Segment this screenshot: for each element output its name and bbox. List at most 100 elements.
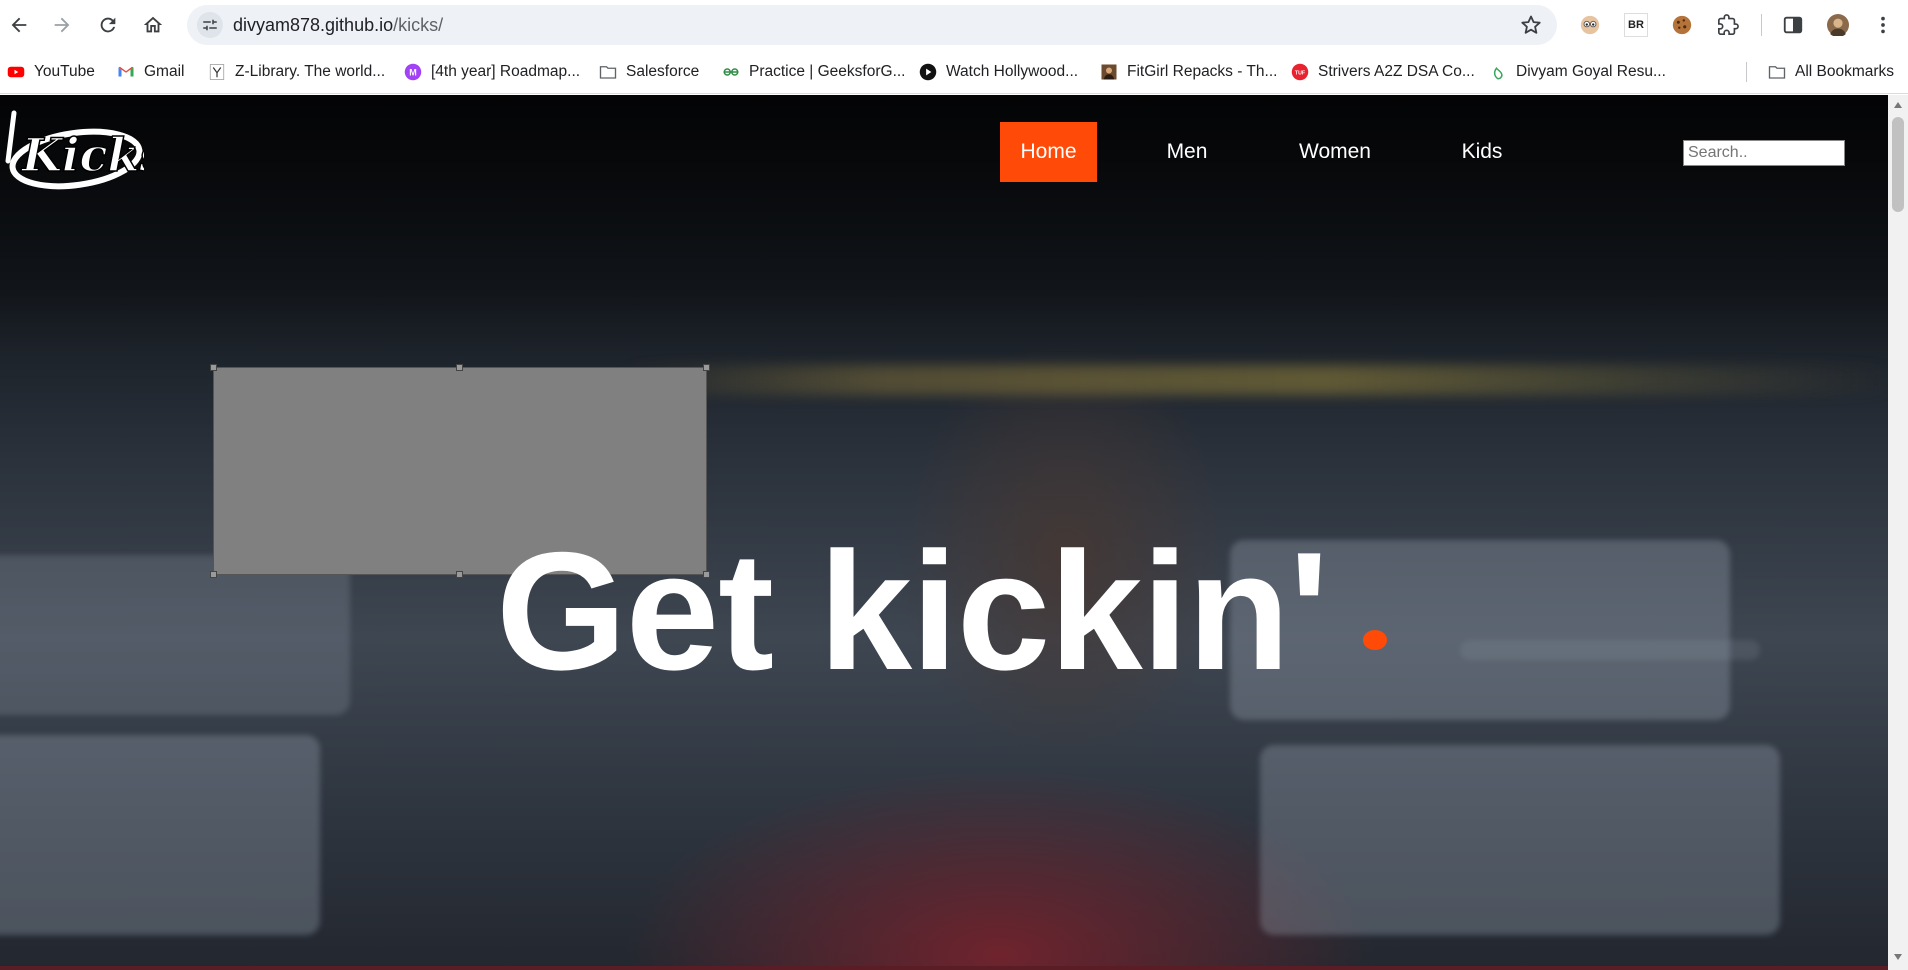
bookmark-label: Gmail — [144, 63, 185, 80]
browser-toolbar: divyam878.github.io/kicks/ BR — [0, 0, 1908, 50]
url-path: /kicks/ — [393, 15, 444, 35]
extension-cookie-button[interactable] — [1670, 13, 1694, 37]
bookmark-label: Salesforce — [626, 63, 700, 80]
side-panel-icon — [1783, 16, 1803, 34]
bookmark-label: FitGirl Repacks - Th... — [1127, 63, 1278, 80]
hero-bg-panel — [0, 555, 350, 715]
bookmark-gmail[interactable]: Gmail — [117, 61, 184, 83]
hero-bg-panel — [1260, 745, 1780, 935]
nav-men[interactable]: Men — [1141, 122, 1233, 182]
url-host: divyam878.github.io — [233, 15, 394, 35]
folder-icon — [1768, 66, 1786, 79]
bookmark-star-icon[interactable] — [1519, 13, 1543, 37]
bookmark-label: Watch Hollywood... — [946, 63, 1079, 80]
kicks-logo-icon: Kicks — [5, 110, 166, 190]
all-bookmarks-button[interactable]: All Bookmarks — [1768, 61, 1894, 83]
forward-button[interactable] — [46, 9, 78, 41]
scroll-up-arrow[interactable] — [1892, 99, 1904, 111]
search-input[interactable] — [1683, 140, 1845, 166]
play-icon — [919, 63, 937, 81]
extension-eyes-button[interactable] — [1578, 13, 1602, 37]
geeksforgeeks-icon — [723, 68, 739, 76]
resize-handle-bottom[interactable] — [456, 571, 463, 578]
profile-avatar[interactable] — [1826, 13, 1850, 37]
cookie-icon — [1672, 15, 1692, 35]
back-button[interactable] — [3, 9, 35, 41]
resize-handle-top-left[interactable] — [210, 364, 217, 371]
scrollbar-thumb[interactable] — [1892, 117, 1904, 212]
site-info-button[interactable] — [197, 12, 223, 38]
hero-bg-panel — [1460, 640, 1760, 660]
bookmark-label: Divyam Goyal Resu... — [1516, 63, 1666, 80]
bookmark-salesforce[interactable]: Salesforce — [599, 61, 699, 83]
home-icon — [143, 16, 163, 33]
bookmark-label: Practice | GeeksforG... — [749, 63, 906, 80]
page-scrollbar[interactable] — [1888, 95, 1908, 970]
youtube-icon — [7, 66, 25, 78]
svg-text:M: M — [409, 67, 417, 77]
nav-kids[interactable]: Kids — [1437, 122, 1527, 182]
folder-icon — [599, 66, 617, 79]
bookmark-fitgirl[interactable]: FitGirl Repacks - Th... — [1100, 61, 1277, 83]
resize-handle-top[interactable] — [456, 364, 463, 371]
bookmark-label: [4th year] Roadmap... — [431, 63, 581, 80]
bookmark-hollywood[interactable]: Watch Hollywood... — [919, 61, 1078, 83]
reload-icon — [100, 17, 116, 33]
extensions-button[interactable] — [1716, 13, 1740, 37]
nav-label: Kids — [1461, 140, 1503, 163]
tune-icon — [203, 19, 217, 31]
address-bar[interactable]: divyam878.github.io/kicks/ — [187, 5, 1557, 45]
br-label: BR — [1628, 19, 1644, 31]
hero-title: Get kickin' — [496, 517, 1329, 705]
m-badge-icon: M — [404, 63, 422, 81]
fitgirl-icon — [1101, 64, 1117, 80]
chrome-menu-button[interactable] — [1871, 13, 1895, 37]
nav-home[interactable]: Home — [1000, 122, 1097, 182]
kebab-menu-icon — [1881, 16, 1885, 34]
resize-handle-bottom-left[interactable] — [210, 571, 217, 578]
zlibrary-icon — [209, 64, 225, 80]
bookmark-zlibrary[interactable]: Z-Library. The world... — [208, 61, 385, 83]
bookmarks-bar: YouTube Gmail Z-Library. The world... M … — [0, 50, 1908, 94]
bookmark-label: YouTube — [34, 63, 95, 80]
hero-accent-dot — [1363, 630, 1387, 650]
triangle-down-icon — [1894, 954, 1902, 960]
side-panel-button[interactable] — [1781, 13, 1805, 37]
arrow-right-icon — [54, 17, 70, 33]
nav-women[interactable]: Women — [1281, 122, 1389, 182]
bookmark-roadmap[interactable]: M [4th year] Roadmap... — [404, 61, 580, 83]
toolbar-separator — [1761, 14, 1762, 36]
triangle-up-icon — [1894, 102, 1902, 108]
tuf-icon: TUF — [1291, 63, 1309, 81]
scroll-down-arrow[interactable] — [1892, 951, 1904, 963]
hero-top-shade — [0, 95, 1888, 355]
bookmark-strivers[interactable]: TUF Strivers A2Z DSA Co... — [1291, 61, 1475, 83]
puzzle-icon — [1718, 14, 1739, 35]
bookmarks-separator — [1746, 62, 1747, 82]
resize-handle-top-right[interactable] — [703, 364, 710, 371]
kicks-logo[interactable]: Kicks — [2, 105, 166, 195]
bookmark-youtube[interactable]: YouTube — [7, 61, 95, 83]
home-button[interactable] — [137, 9, 169, 41]
url-text: divyam878.github.io/kicks/ — [233, 15, 443, 36]
extension-br-button[interactable]: BR — [1624, 13, 1648, 37]
gmail-icon — [118, 66, 134, 77]
bookmark-label: Z-Library. The world... — [235, 63, 386, 80]
web-page: Kicks Home Men Women Kids Get kickin' — [0, 95, 1888, 970]
page-bottom-edge — [0, 966, 1888, 970]
nav-label: Men — [1166, 140, 1208, 163]
eyes-icon — [1580, 15, 1600, 35]
svg-text:TUF: TUF — [1295, 70, 1306, 76]
bookmark-geeksforgeeks[interactable]: Practice | GeeksforG... — [722, 61, 906, 83]
reload-button[interactable] — [92, 9, 124, 41]
leaf-icon — [1493, 66, 1503, 80]
hero-bg-panel — [0, 735, 320, 935]
bookmark-label: Strivers A2Z DSA Co... — [1318, 63, 1475, 80]
nav-label: Women — [1299, 140, 1371, 163]
nav-label: Home — [1020, 140, 1077, 163]
avatar-icon — [1827, 14, 1849, 36]
bookmark-resume[interactable]: Divyam Goyal Resu... — [1489, 61, 1666, 83]
all-bookmarks-label: All Bookmarks — [1795, 63, 1895, 80]
arrow-left-icon — [11, 17, 27, 33]
logo-text: Kicks — [20, 128, 144, 182]
